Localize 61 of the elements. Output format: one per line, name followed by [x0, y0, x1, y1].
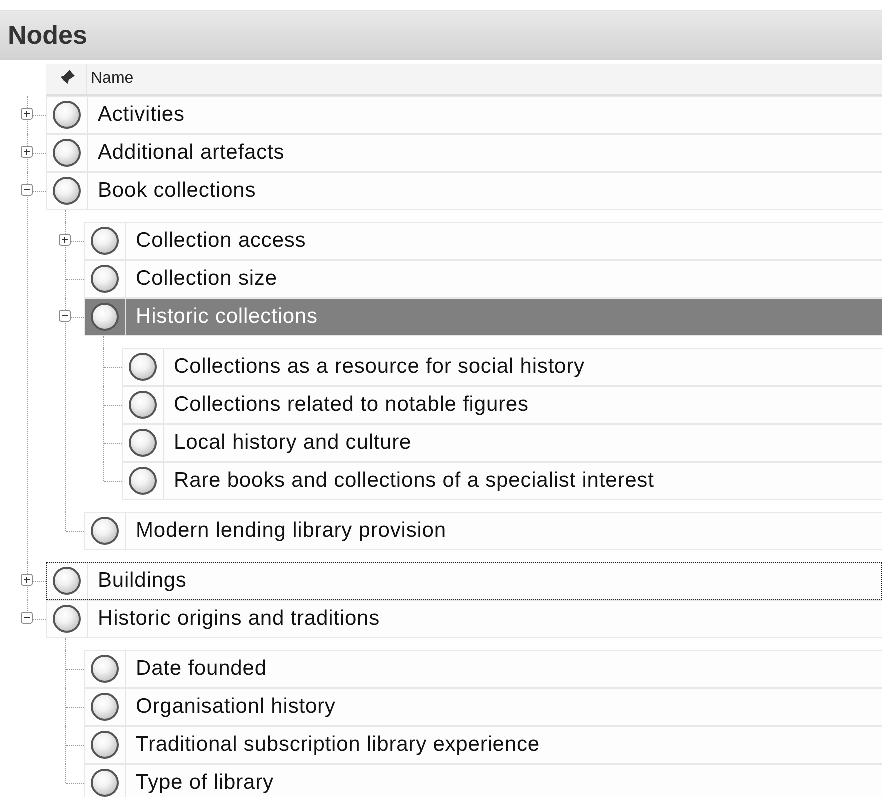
tree-row[interactable]: Activities — [46, 96, 882, 134]
expand-toggle[interactable] — [21, 574, 33, 586]
tree-row[interactable]: Collections related to notable figures — [122, 386, 882, 424]
circle-icon — [53, 605, 81, 633]
tree-row[interactable]: Book collections — [46, 172, 882, 210]
circle-icon — [129, 429, 157, 457]
node-label: Collections as a resource for social history — [173, 355, 585, 379]
circle-icon — [91, 655, 119, 683]
circle-icon — [91, 517, 119, 545]
circle-icon — [91, 227, 119, 255]
circle-icon — [91, 265, 119, 293]
circle-icon — [53, 101, 81, 129]
column-header[interactable]: Name — [46, 64, 882, 96]
circle-icon — [91, 731, 119, 759]
expand-toggle[interactable] — [21, 108, 33, 120]
tree-row[interactable]: Collections as a resource for social history — [122, 348, 882, 386]
tree-row[interactable]: Type of library — [84, 764, 882, 797]
node-label: Historic origins and traditions — [97, 607, 380, 631]
tree-row[interactable]: Organisationl history — [84, 688, 882, 726]
circle-icon — [53, 567, 81, 595]
node-label: Type of library — [135, 771, 274, 795]
node-label: Additional artefacts — [97, 141, 285, 165]
node-label: Collections related to notable figures — [173, 393, 529, 417]
tree-row[interactable]: Buildings — [46, 562, 882, 600]
circle-icon — [53, 177, 81, 205]
collapse-toggle[interactable] — [21, 612, 33, 624]
circle-icon — [129, 391, 157, 419]
panel-title: Nodes — [8, 20, 88, 50]
tree-row[interactable]: Date founded — [84, 650, 882, 688]
node-label: Book collections — [97, 179, 256, 203]
node-label: Collection size — [135, 267, 278, 291]
tree-row[interactable]: Historic origins and traditions — [46, 600, 882, 638]
tree-row[interactable]: Rare books and collections of a specialist interest — [122, 462, 882, 500]
circle-icon — [91, 303, 119, 331]
node-label: Modern lending library provision — [135, 519, 446, 543]
circle-icon — [129, 353, 157, 381]
column-label: Name — [90, 70, 134, 88]
circle-icon — [91, 769, 119, 797]
node-label: Traditional subscription library experience — [135, 733, 540, 757]
node-label: Buildings — [97, 569, 187, 593]
node-label: Collection access — [135, 229, 306, 253]
tree-row[interactable]: Additional artefacts — [46, 134, 882, 172]
tree-row[interactable]: Modern lending library provision — [84, 512, 882, 550]
tree-row[interactable]: Collection size — [84, 260, 882, 298]
expand-toggle[interactable] — [21, 146, 33, 158]
node-label: Rare books and collections of a specialist interest — [173, 469, 654, 493]
expand-toggle[interactable] — [59, 234, 71, 246]
tree-row[interactable]: Collection access — [84, 222, 882, 260]
node-label: Organisationl history — [135, 695, 336, 719]
tree-row[interactable]: Traditional subscription library experience — [84, 726, 882, 764]
node-label: Local history and culture — [173, 431, 412, 455]
node-label: Date founded — [135, 657, 267, 681]
node-label: Historic collections — [135, 305, 318, 329]
collapse-toggle[interactable] — [21, 184, 33, 196]
circle-icon — [53, 139, 81, 167]
collapse-toggle[interactable] — [59, 310, 71, 322]
circle-icon — [91, 693, 119, 721]
tree-row[interactable]: Historic collections — [84, 298, 882, 336]
node-label: Activities — [97, 103, 185, 127]
circle-icon — [129, 467, 157, 495]
tree-row[interactable]: Local history and culture — [122, 424, 882, 462]
